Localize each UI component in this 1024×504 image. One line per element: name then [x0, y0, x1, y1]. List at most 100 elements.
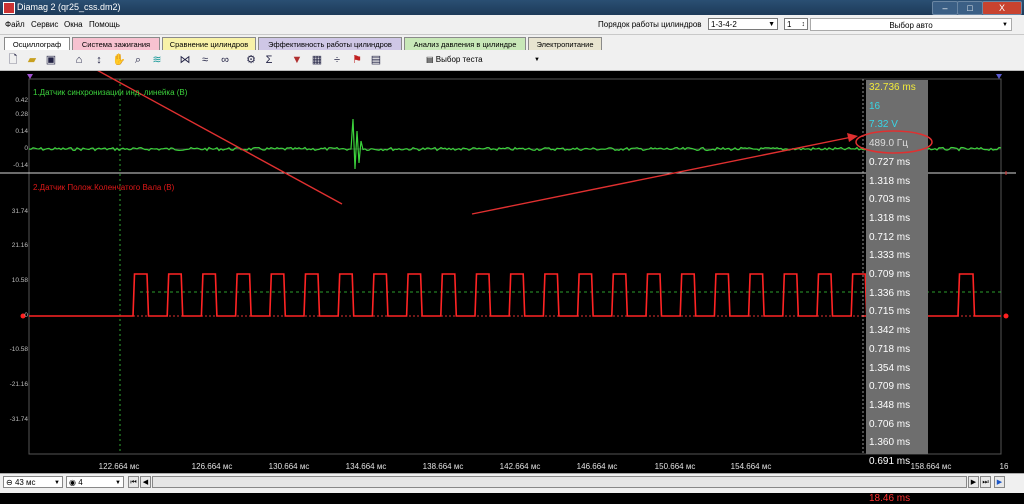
test-icon: ▤ [426, 55, 436, 64]
test-select-dropdown[interactable]: ▤ Выбор теста ▼ [426, 53, 546, 67]
tab-ignition[interactable]: Система зажигания [72, 37, 160, 50]
left-marker-icon[interactable] [27, 74, 33, 79]
readout-value: 0.706 ms [869, 418, 911, 430]
measurement-panel: 32.736 ms 16 7.32 V 489.0 Гц 0.727 ms 1.318 m… [855, 80, 933, 504]
chevron-down-icon: ▼ [115, 480, 121, 486]
menu-help[interactable]: Помощь [89, 20, 120, 29]
minus-icon: ⊖ [6, 478, 15, 487]
right-marker-icon[interactable] [996, 74, 1002, 79]
tab-pressure-analysis[interactable]: Анализ давления в цилиндре [404, 37, 526, 50]
menu-file[interactable]: Файл [5, 20, 25, 29]
readout-value: 18.46 ms [869, 493, 911, 504]
readout-value: 16 [869, 100, 881, 112]
reference-icon[interactable]: ⌂ [72, 53, 86, 67]
cylinder-order-label: Порядок работы цилиндров [598, 20, 702, 29]
readout-value: 1.336 ms [869, 287, 911, 299]
cylinder-order-select[interactable]: 1-3-4-2 ▼ [708, 18, 778, 30]
readout-value: 0.709 ms [869, 269, 911, 280]
export-icon[interactable]: ▤ [369, 53, 383, 67]
close-button[interactable]: X [982, 1, 1022, 15]
record-icon: ◉ [69, 478, 79, 487]
hand-pan-icon[interactable]: ✋ [112, 53, 126, 67]
readout-value: 1.318 ms [869, 175, 911, 187]
ch2-zero-marker-right[interactable] [1003, 313, 1009, 319]
menu-service[interactable]: Сервис [31, 20, 58, 29]
ch1-tick: 0 [24, 145, 28, 152]
table-icon[interactable]: ▦ [310, 53, 324, 67]
ch2-tick: -31.74 [9, 416, 28, 423]
readout-value: 1.318 ms [869, 212, 911, 224]
channel-value: 4 [78, 478, 83, 487]
ch2-tick: -10.58 [9, 346, 28, 353]
play-button[interactable]: ▶ [994, 476, 1005, 488]
tab-oscilloscope[interactable]: Осциллограф [4, 37, 70, 50]
ch1-tick: -0.14 [13, 162, 28, 169]
horizontal-scrollbar[interactable] [152, 476, 967, 488]
divider-icon[interactable]: ÷ [330, 53, 344, 67]
compress-icon[interactable]: ⋈ [178, 53, 192, 67]
window-title: Diamag 2 (qr25_css.dm2) [17, 2, 121, 12]
tab-power-supply[interactable]: Электропитание [528, 37, 602, 50]
tab-bar: Осциллограф Система зажигания Сравнение … [0, 35, 1024, 50]
ch2-tick: -21.16 [9, 381, 28, 388]
highlight-ellipse [855, 130, 933, 154]
save-icon[interactable]: ▣ [44, 53, 58, 67]
channel-select[interactable]: ◉ 4 ▼ [66, 476, 124, 488]
cylinder-number-value: 1 [787, 20, 792, 29]
readout-value: 0.703 ms [869, 194, 911, 206]
filter-icon[interactable]: ≋ [150, 53, 164, 67]
status-bar: ⊖ 43 мс ▼ ◉ 4 ▼ ⏮ ◀ ▶ ⏭ ▶ [0, 473, 1024, 493]
waves-icon[interactable]: ≈ [198, 53, 212, 67]
open-folder-icon[interactable]: ▰ [25, 53, 39, 67]
readout-value: 1.333 ms [869, 250, 911, 262]
next-button[interactable]: ▶ [968, 476, 979, 488]
cylinders-icon[interactable]: ∞ [218, 53, 232, 67]
chevron-down-icon: ▼ [54, 480, 60, 486]
x-tick: 146.664 мс [576, 462, 618, 471]
readout-value: 1.360 ms [869, 437, 911, 449]
channel2-label: 2.Датчик Полож.Коленчатого Вала (В) [33, 183, 175, 192]
tab-cylinder-compare[interactable]: Сравнение цилиндров [162, 37, 256, 50]
readout-value: 1.348 ms [869, 399, 911, 411]
menu-windows[interactable]: Окна [64, 20, 83, 29]
readout-value: 0.712 ms [869, 231, 911, 243]
last-button[interactable]: ⏭ [980, 476, 991, 488]
readout-value: 0.718 ms [869, 343, 911, 355]
ch2-waveform [29, 273, 1001, 317]
timebase-value: 43 мс [14, 478, 36, 487]
chevron-down-icon: ▼ [1002, 22, 1008, 28]
x-tick: 134.664 мс [345, 462, 387, 471]
x-tick: 130.664 мс [268, 462, 310, 471]
readout-value: 1.354 ms [869, 362, 911, 374]
auto-select-button[interactable]: Выбор авто ▼ [810, 18, 1012, 31]
cylinder-number-stepper[interactable]: 1 ↕ [784, 18, 808, 30]
x-tick: 142.664 мс [499, 462, 541, 471]
zoom-icon[interactable]: ⌕ [131, 53, 145, 67]
readout-value: 32.736 ms [869, 82, 916, 93]
test-select-label: Выбор теста [435, 55, 483, 64]
first-button[interactable]: ⏮ [128, 476, 139, 488]
ch1-tick: 0.14 [15, 128, 28, 135]
sigma-icon[interactable]: Σ [262, 53, 276, 67]
flag-icon[interactable]: ⚑ [350, 53, 364, 67]
ignition-icon[interactable]: ⚙ [244, 53, 258, 67]
maximize-button[interactable]: □ [957, 1, 983, 15]
x-tick: 154.664 мс [730, 462, 772, 471]
x-tick: 150.664 мс [654, 462, 696, 471]
x-tick: 158.664 мс [910, 462, 952, 471]
channel1-label: 1.Датчик синхронизации инд. линейка (В) [33, 88, 188, 97]
new-file-icon[interactable]: 🗋 [6, 53, 20, 67]
vertical-scale-icon[interactable]: ↕ [92, 53, 106, 67]
prev-button[interactable]: ◀ [140, 476, 151, 488]
marker-icon[interactable]: ▼ [290, 53, 304, 67]
readout-value: 7.32 V [869, 119, 898, 131]
timebase-select[interactable]: ⊖ 43 мс ▼ [3, 476, 63, 488]
auto-select-label: Выбор авто [889, 21, 933, 30]
toolbar: 🗋 ▰ ▣ ⌂ ↕ ✋ ⌕ ≋ ⋈ ≈ ∞ ⚙ Σ ▼ ▦ ÷ ⚑ ▤ ▤ Вы… [0, 50, 1024, 71]
chevron-down-icon: ▼ [534, 57, 540, 63]
chevron-down-icon: ▼ [768, 21, 775, 28]
ch1-tick: 0.42 [15, 97, 28, 104]
tab-cylinder-efficiency[interactable]: Эффективность работы цилиндров [258, 37, 402, 50]
minimize-button[interactable]: – [932, 1, 958, 15]
cylinder-order-value: 1-3-4-2 [711, 20, 737, 29]
